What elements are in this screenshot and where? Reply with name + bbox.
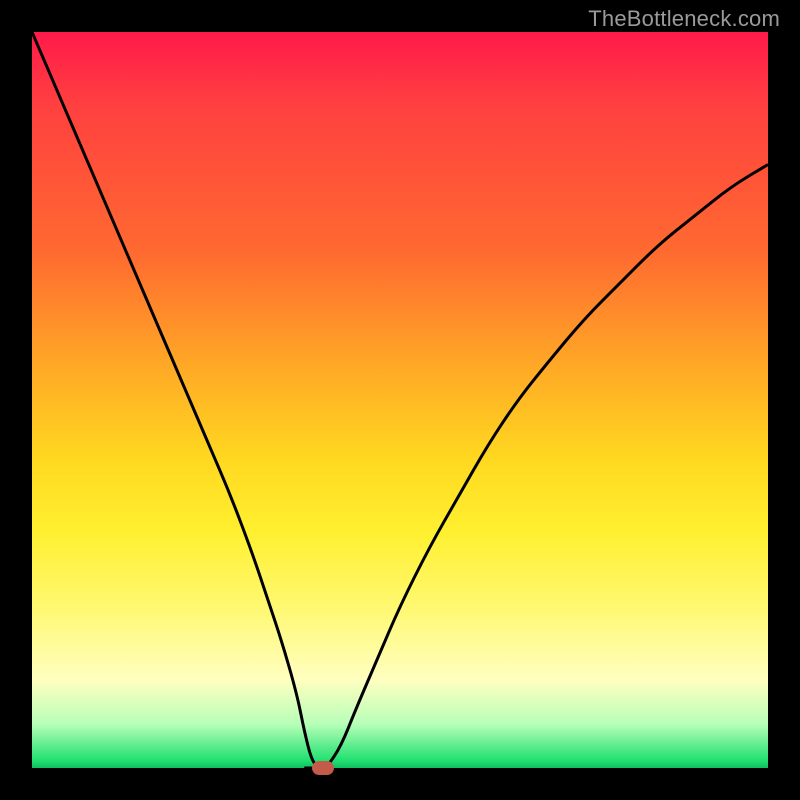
bottleneck-curve xyxy=(32,32,768,768)
plot-area xyxy=(32,32,768,768)
optimal-marker xyxy=(312,761,334,775)
watermark-text: TheBottleneck.com xyxy=(588,6,780,32)
chart-frame: TheBottleneck.com xyxy=(0,0,800,800)
curve-path xyxy=(32,32,768,768)
